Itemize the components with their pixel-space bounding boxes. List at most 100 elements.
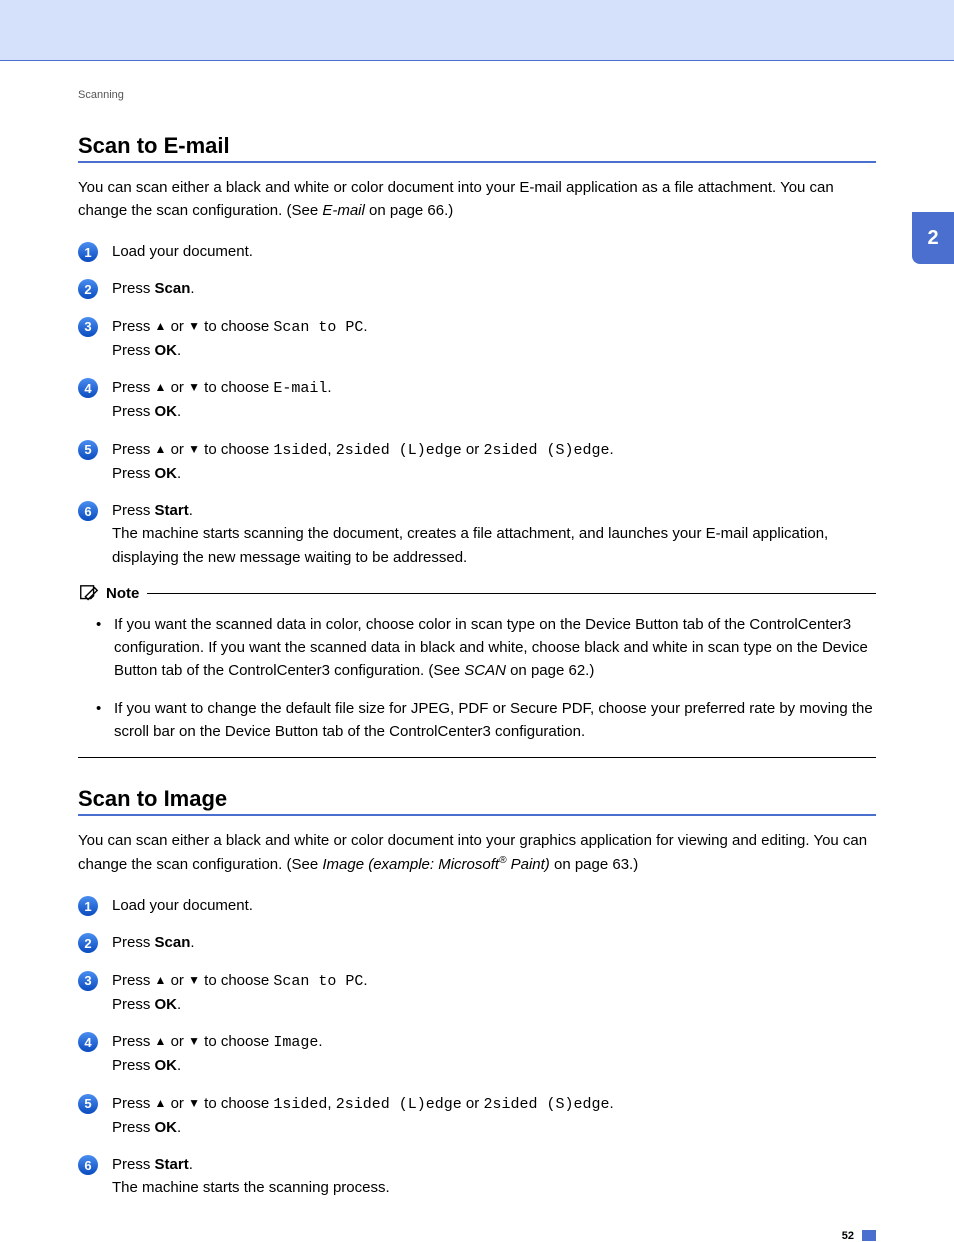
up-arrow-icon: ▲ bbox=[155, 973, 167, 987]
menu-option: 1sided bbox=[273, 1096, 327, 1113]
breadcrumb: Scanning bbox=[78, 89, 876, 101]
text: to choose bbox=[200, 441, 273, 458]
text: The machine starts scanning the document… bbox=[112, 525, 828, 565]
step-1-body: Load your document. bbox=[112, 240, 876, 263]
text: Image (example: Microsoft bbox=[322, 856, 499, 873]
menu-option: 2sided (L)edge bbox=[336, 442, 462, 459]
page-content: Scanning Scan to E-mail You can scan eit… bbox=[78, 61, 876, 1242]
step-number-icon: 5 bbox=[78, 1094, 98, 1114]
device-button-tab: Device Button bbox=[225, 723, 318, 740]
link-scan[interactable]: SCAN bbox=[464, 662, 506, 679]
ok-key: OK bbox=[155, 996, 178, 1013]
text: Press bbox=[112, 1033, 155, 1050]
text: Press bbox=[112, 465, 155, 482]
step-5b: 5 Press ▲ or ▼ to choose 1sided, 2sided … bbox=[78, 1092, 876, 1140]
text: Paint) bbox=[506, 856, 549, 873]
up-arrow-icon: ▲ bbox=[155, 380, 167, 394]
step-6: 6 Press Start. The machine starts scanni… bbox=[78, 499, 876, 569]
note-list: If you want the scanned data in color, c… bbox=[78, 613, 876, 743]
ok-key: OK bbox=[155, 465, 178, 482]
intro-text-post: on page 66.) bbox=[365, 202, 453, 219]
text: Press bbox=[112, 403, 155, 420]
up-arrow-icon: ▲ bbox=[155, 319, 167, 333]
step-number-icon: 3 bbox=[78, 971, 98, 991]
menu-option: 2sided (S)edge bbox=[483, 1096, 609, 1113]
start-key: Start bbox=[155, 1156, 189, 1173]
text: . bbox=[190, 280, 194, 297]
text: or bbox=[462, 1095, 484, 1112]
text: . bbox=[609, 441, 613, 458]
note-icon bbox=[78, 583, 100, 605]
text: Press bbox=[112, 342, 155, 359]
text: . bbox=[177, 465, 181, 482]
step-3b: 3 Press ▲ or ▼ to choose Scan to PC. Pre… bbox=[78, 969, 876, 1017]
text: If you want the scanned data in color, c… bbox=[114, 616, 585, 633]
step-4b: 4 Press ▲ or ▼ to choose Image. Press OK… bbox=[78, 1030, 876, 1078]
text: Press bbox=[112, 1095, 155, 1112]
down-arrow-icon: ▼ bbox=[188, 442, 200, 456]
header-band bbox=[0, 0, 954, 60]
step-3: 3 Press ▲ or ▼ to choose Scan to PC. Pre… bbox=[78, 315, 876, 363]
text: Press bbox=[112, 502, 155, 519]
text: Press bbox=[112, 996, 155, 1013]
intro-link-image[interactable]: Image (example: Microsoft® Paint) bbox=[322, 856, 549, 873]
note-rule bbox=[147, 593, 876, 594]
text: on page 62.) bbox=[506, 662, 594, 679]
step-2b: 2 Press Scan. bbox=[78, 931, 876, 954]
step-6b: 6 Press Start. The machine starts the sc… bbox=[78, 1153, 876, 1200]
text: Press bbox=[112, 280, 155, 297]
text: . bbox=[327, 379, 331, 396]
section-title-scan-to-email: Scan to E-mail bbox=[78, 133, 876, 163]
ok-key: OK bbox=[155, 342, 178, 359]
intro-link-email[interactable]: E-mail bbox=[322, 202, 365, 219]
document-page: 2 Scanning Scan to E-mail You can scan e… bbox=[0, 0, 954, 1242]
text: . bbox=[363, 318, 367, 335]
step-1b: 1 Load your document. bbox=[78, 894, 876, 917]
step-5b-body: Press ▲ or ▼ to choose 1sided, 2sided (L… bbox=[112, 1092, 876, 1140]
menu-option: 1sided bbox=[273, 442, 327, 459]
text: Press bbox=[112, 1156, 155, 1173]
step-5: 5 Press ▲ or ▼ to choose 1sided, 2sided … bbox=[78, 438, 876, 486]
section2-intro: You can scan either a black and white or… bbox=[78, 830, 876, 876]
text: . bbox=[189, 502, 193, 519]
note-header: Note bbox=[78, 583, 876, 605]
text: to choose bbox=[200, 1095, 273, 1112]
text: . bbox=[190, 934, 194, 951]
text: tab of the ControlCenter3 configuration.… bbox=[157, 662, 464, 679]
page-number-bar bbox=[862, 1230, 876, 1241]
step-4-body: Press ▲ or ▼ to choose E-mail. Press OK. bbox=[112, 376, 876, 424]
section1-intro: You can scan either a black and white or… bbox=[78, 177, 876, 222]
down-arrow-icon: ▼ bbox=[188, 1096, 200, 1110]
step-3-body: Press ▲ or ▼ to choose Scan to PC. Press… bbox=[112, 315, 876, 363]
text: to choose bbox=[200, 1033, 273, 1050]
down-arrow-icon: ▼ bbox=[188, 380, 200, 394]
scan-key: Scan bbox=[155, 934, 191, 951]
page-footer: 52 bbox=[78, 1230, 876, 1242]
up-arrow-icon: ▲ bbox=[155, 1034, 167, 1048]
step-number-icon: 1 bbox=[78, 242, 98, 262]
text: to choose bbox=[200, 972, 273, 989]
text: or bbox=[462, 441, 484, 458]
intro-text-post: on page 63.) bbox=[550, 856, 638, 873]
text: Press bbox=[112, 1119, 155, 1136]
text: Press bbox=[112, 1057, 155, 1074]
text: Press bbox=[112, 934, 155, 951]
text: The machine starts the scanning process. bbox=[112, 1179, 390, 1196]
text: . bbox=[177, 1057, 181, 1074]
step-4b-body: Press ▲ or ▼ to choose Image. Press OK. bbox=[112, 1030, 876, 1078]
step-3b-body: Press ▲ or ▼ to choose Scan to PC. Press… bbox=[112, 969, 876, 1017]
step-4: 4 Press ▲ or ▼ to choose E-mail. Press O… bbox=[78, 376, 876, 424]
step-number-icon: 1 bbox=[78, 896, 98, 916]
text: , bbox=[327, 1095, 335, 1112]
text: , bbox=[327, 441, 335, 458]
step-1: 1 Load your document. bbox=[78, 240, 876, 263]
note-title: Note bbox=[106, 585, 139, 602]
text: or bbox=[166, 1033, 188, 1050]
text: Press bbox=[112, 379, 155, 396]
down-arrow-icon: ▼ bbox=[188, 1034, 200, 1048]
step-number-icon: 6 bbox=[78, 1155, 98, 1175]
menu-option: Image bbox=[273, 1034, 318, 1051]
step-2-body: Press Scan. bbox=[112, 277, 876, 300]
up-arrow-icon: ▲ bbox=[155, 1096, 167, 1110]
text: or bbox=[166, 318, 188, 335]
